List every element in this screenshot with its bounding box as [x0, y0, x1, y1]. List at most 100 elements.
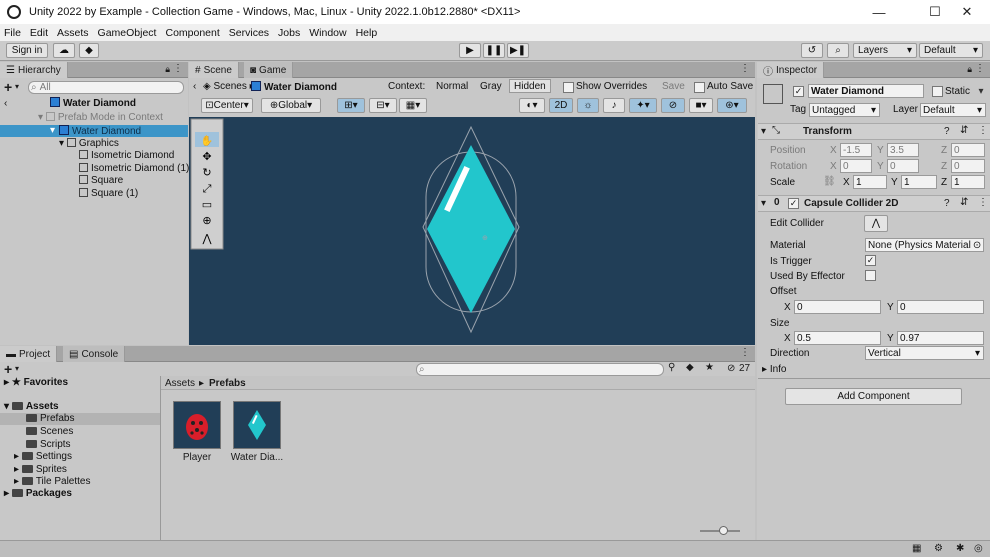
scale-x-field[interactable]: 1: [853, 175, 887, 189]
context-hidden-button[interactable]: Hidden: [509, 79, 551, 93]
layout-dropdown[interactable]: Default ▾: [919, 43, 983, 58]
lock-icon[interactable]: 🔒︎: [967, 64, 972, 75]
more-options-icon[interactable]: ⋮: [740, 63, 750, 74]
draw-mode-icon[interactable]: ◐▾: [519, 98, 545, 113]
lighting-icon[interactable]: ☼: [577, 98, 599, 113]
show-overrides-checkbox[interactable]: [563, 82, 574, 93]
tag-dropdown[interactable]: Untagged ▾: [809, 103, 880, 117]
help-icon[interactable]: ?: [944, 126, 950, 137]
add-component-button[interactable]: Add Component: [785, 388, 962, 405]
audio-icon[interactable]: ♪: [603, 98, 625, 113]
more-options-icon[interactable]: ⋮: [740, 347, 750, 358]
grid-snap-icon[interactable]: ⊞▾: [337, 98, 365, 113]
material-field[interactable]: None (Physics Material ⊙: [865, 238, 984, 252]
size-y-field[interactable]: 0.97: [897, 331, 984, 345]
folder-tile-palettes[interactable]: ▸ Tile Palettes: [14, 476, 90, 487]
used-by-effector-checkbox[interactable]: [865, 270, 876, 281]
breadcrumb-scenes[interactable]: ◈ Scenes ▸: [203, 81, 255, 92]
tab-console[interactable]: ▤ Console: [63, 346, 126, 362]
menu-help[interactable]: Help: [356, 27, 378, 39]
scale-tool-icon[interactable]: ⤢: [203, 183, 212, 195]
breadcrumb-assets[interactable]: Assets: [165, 378, 195, 389]
lock-icon[interactable]: 🔒︎: [165, 64, 170, 75]
hierarchy-search-input[interactable]: ⌕ All: [28, 81, 184, 94]
back-arrow-icon[interactable]: ‹: [193, 81, 196, 92]
capsule-collider-header[interactable]: ▾ 0 ✓ Capsule Collider 2D ? ⇵ ⋮: [758, 195, 990, 212]
chevron-down-icon[interactable]: ▾: [973, 84, 989, 98]
transform-header[interactable]: ▾ ⤡ Transform ? ⇵ ⋮: [758, 123, 990, 140]
transform-tool-icon[interactable]: ⊕: [202, 215, 211, 227]
step-button[interactable]: ▶❚: [507, 43, 529, 58]
layers-dropdown[interactable]: Layers ▾: [853, 43, 917, 58]
search-by-type-icon[interactable]: ⚲: [668, 362, 675, 373]
menu-file[interactable]: File: [4, 27, 21, 39]
menu-gameobject[interactable]: GameObject: [98, 27, 157, 39]
menu-edit[interactable]: Edit: [30, 27, 48, 39]
position-x-field[interactable]: -1.5: [840, 143, 872, 157]
sign-in-button[interactable]: Sign in: [6, 43, 48, 58]
camera-icon[interactable]: ■▾: [689, 98, 713, 113]
rotate-tool-icon[interactable]: ↻: [202, 167, 211, 179]
move-tool-icon[interactable]: ✥: [202, 151, 211, 163]
position-y-field[interactable]: 3.5: [887, 143, 919, 157]
more-options-icon[interactable]: ⋮: [975, 63, 985, 74]
grid-icon[interactable]: ▦▾: [399, 98, 427, 113]
snap-increment-icon[interactable]: ⊟▾: [369, 98, 397, 113]
hierarchy-item[interactable]: ▾ Graphics: [59, 138, 119, 149]
packages-folder[interactable]: ▸ Packages: [4, 488, 72, 499]
project-search-input[interactable]: ⌕: [416, 363, 664, 376]
add-button[interactable]: +: [4, 79, 12, 95]
context-gray-button[interactable]: Gray: [480, 81, 502, 92]
folder-scenes[interactable]: Scenes: [26, 426, 73, 437]
object-name-field[interactable]: Water Diamond: [808, 84, 924, 98]
custom-tool-icon[interactable]: ⋀: [201, 233, 212, 245]
effects-icon[interactable]: ✦▾: [629, 98, 657, 113]
position-z-field[interactable]: 0: [951, 143, 985, 157]
hidden-objects-icon[interactable]: ⊘: [661, 98, 685, 113]
collab-icon[interactable]: ◆: [79, 43, 99, 58]
direction-dropdown[interactable]: Vertical ▾: [865, 346, 984, 360]
folder-sprites[interactable]: ▸ Sprites: [14, 464, 67, 475]
breadcrumb-prefabs[interactable]: Prefabs: [209, 378, 246, 389]
menu-window[interactable]: Window: [309, 27, 346, 39]
offset-y-field[interactable]: 0: [897, 300, 984, 314]
hierarchy-prefab-root[interactable]: Water Diamond: [50, 97, 136, 109]
active-checkbox[interactable]: ✓: [793, 86, 804, 97]
rect-tool-icon[interactable]: ▭: [202, 199, 212, 211]
size-x-field[interactable]: 0.5: [794, 331, 881, 345]
more-options-icon[interactable]: ⋮: [173, 63, 183, 74]
hierarchy-item[interactable]: Isometric Diamond (1): [79, 163, 189, 174]
water-diamond-sprite[interactable]: [427, 145, 515, 313]
hierarchy-item[interactable]: Square (1): [79, 188, 138, 199]
more-options-icon[interactable]: ⋮: [978, 125, 988, 136]
prefab-thumb-player[interactable]: [173, 401, 221, 449]
chevron-down-icon[interactable]: ▾: [15, 364, 19, 373]
tab-hierarchy[interactable]: ☰ Hierarchy: [0, 62, 68, 78]
object-picker-icon[interactable]: ⊙: [973, 240, 981, 251]
auto-save-checkbox[interactable]: [694, 82, 705, 93]
collider-enabled-checkbox[interactable]: ✓: [788, 198, 799, 209]
menu-jobs[interactable]: Jobs: [278, 27, 300, 39]
info-foldout[interactable]: ▸ Info: [762, 364, 787, 375]
folder-prefabs[interactable]: Prefabs: [0, 413, 160, 425]
is-trigger-checkbox[interactable]: ✓: [865, 255, 876, 266]
pause-button[interactable]: ❚❚: [483, 43, 505, 58]
hidden-packages-icon[interactable]: ⊘: [727, 363, 735, 374]
tab-project[interactable]: ▬ Project: [0, 346, 58, 362]
preset-icon[interactable]: ⇵: [960, 197, 968, 208]
hierarchy-item[interactable]: Isometric Diamond: [79, 150, 174, 161]
splitter[interactable]: [160, 376, 161, 540]
rotation-y-field[interactable]: 0: [887, 159, 919, 173]
folder-settings[interactable]: ▸ Settings: [14, 451, 72, 462]
menu-assets[interactable]: Assets: [57, 27, 89, 39]
preset-icon[interactable]: ⇵: [960, 125, 968, 136]
cloud-icon[interactable]: ☁: [53, 43, 75, 58]
edit-collider-button[interactable]: ⋀: [864, 215, 888, 232]
slider-handle[interactable]: [719, 526, 728, 535]
menu-component[interactable]: Component: [165, 27, 219, 39]
scale-z-field[interactable]: 1: [951, 175, 985, 189]
prefab-thumb-water-diamond[interactable]: [233, 401, 281, 449]
favorites-folder[interactable]: ▸ ★ Favorites: [4, 377, 68, 388]
offset-x-field[interactable]: 0: [794, 300, 881, 314]
hierarchy-selected-row[interactable]: ▾ Water Diamond: [0, 125, 188, 137]
